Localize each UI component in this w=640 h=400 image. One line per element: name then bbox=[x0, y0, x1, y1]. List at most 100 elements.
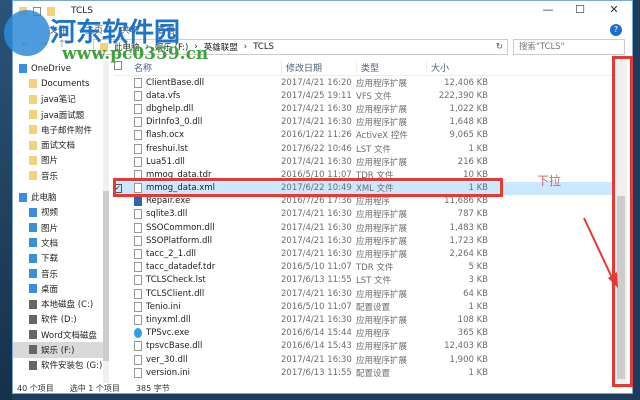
nav-item[interactable]: 软件安装包 (G:) bbox=[13, 358, 109, 373]
arrow-annotation bbox=[583, 217, 618, 288]
file-row[interactable]: Tenio.ini 2016/5/10 11:07 配置设置 1 KB bbox=[114, 300, 612, 313]
column-date[interactable]: 修改日期 bbox=[281, 60, 356, 74]
file-row[interactable]: SSOPlatform.dll 2017/4/21 16:30 应用程序扩展 1,72… bbox=[114, 234, 612, 247]
breadcrumb-lol[interactable]: 英雄联盟 bbox=[204, 41, 238, 53]
file-type: 应用程序扩展 bbox=[356, 236, 408, 247]
refresh-button[interactable]: ↻ bbox=[496, 42, 507, 52]
file-name: dbghelp.dll bbox=[146, 103, 194, 114]
file-date: 2017/6/22 10:46 bbox=[281, 143, 352, 154]
file-row[interactable]: flash.ocx 2016/1/22 11:26 ActiveX 控件 9,065 … bbox=[114, 129, 612, 142]
file-row[interactable]: tacc_datadef.tdr 2016/5/10 11:07 TDR 文件 5 K… bbox=[114, 261, 612, 274]
file-row[interactable]: tpsvcBase.dll 2016/6/14 15:43 应用程序扩展 12,403… bbox=[114, 340, 612, 353]
nav-item[interactable]: 图片 bbox=[13, 153, 109, 168]
nav-item-label: 下载 bbox=[41, 254, 59, 265]
column-size[interactable]: 大小 bbox=[426, 60, 488, 74]
nav-item[interactable]: 娱乐 (F:) bbox=[13, 342, 109, 358]
file-row[interactable]: tacc_2_1.dll 2017/4/21 16:30 应用程序扩展 2,264 K… bbox=[114, 247, 612, 260]
status-bar: 40 个项目 选中 1 个项目 385 字节 bbox=[13, 383, 170, 395]
nav-item[interactable]: 电子邮件附件 bbox=[13, 122, 109, 137]
nav-item[interactable]: Word文档磁盘 bbox=[13, 327, 109, 342]
nav-item[interactable]: 音乐 bbox=[13, 266, 109, 281]
nav-scrollbar[interactable] bbox=[103, 61, 109, 383]
column-type[interactable]: 类型 bbox=[356, 60, 426, 74]
file-row[interactable]: dbghelp.dll 2017/4/21 16:30 应用程序扩展 1,022 KB bbox=[114, 102, 612, 115]
nav-item-label: 桌面 bbox=[41, 284, 59, 295]
file-date: 2017/4/21 16:30 bbox=[281, 314, 352, 325]
nav-item-label: 音乐 bbox=[41, 171, 59, 182]
file-row[interactable]: ClientBase.dll 2017/4/21 16:20 应用程序扩展 12,40… bbox=[114, 76, 612, 89]
nav-item-label: 本地磁盘 (C:) bbox=[41, 300, 94, 311]
file-name: Tenio.ini bbox=[146, 301, 181, 312]
nav-item-label: 文档 bbox=[41, 238, 59, 249]
file-icon bbox=[134, 90, 142, 101]
file-type: 应用程序扩展 bbox=[356, 104, 408, 115]
file-date: 2017/4/21 16:30 bbox=[281, 354, 352, 365]
file-row[interactable]: TCLSCheck.lst 2017/6/13 11:55 LST 文件 3 KB bbox=[114, 274, 612, 287]
file-type: 应用程序 bbox=[356, 329, 391, 340]
file-row[interactable]: Lua51.dll 2017/4/21 16:30 应用程序扩展 216 KB bbox=[114, 155, 612, 168]
search-input[interactable]: 搜索"TCLS" bbox=[513, 39, 625, 55]
file-row[interactable]: SSOCommon.dll 2017/4/21 16:30 应用程序扩展 1,483 … bbox=[114, 221, 612, 234]
file-row[interactable]: TPSvc.exe 2016/6/14 15:44 应用程序 365 KB bbox=[114, 327, 612, 340]
file-name: version.ini bbox=[146, 367, 190, 378]
nav-item-label: 视频 bbox=[41, 208, 59, 219]
folder-icon bbox=[29, 155, 37, 165]
close-button[interactable]: ✕ bbox=[599, 3, 629, 16]
nav-item[interactable]: 此电脑 bbox=[13, 189, 109, 204]
file-size: 11,686 KB bbox=[444, 196, 488, 207]
nav-item[interactable]: 面试文档 bbox=[13, 137, 109, 152]
file-row[interactable]: data.vfs 2017/4/25 19:11 VFS 文件 222,390 KB bbox=[114, 89, 612, 102]
file-row[interactable]: version.ini 2017/6/13 11:55 配置设置 1 KB bbox=[114, 366, 612, 379]
file-row[interactable]: ver_30.dll 2017/4/21 16:30 应用程序扩展 1,900 KB bbox=[114, 353, 612, 366]
highlight-box-selected-file bbox=[113, 178, 503, 197]
picture-icon bbox=[29, 223, 37, 233]
nav-item[interactable]: 下载 bbox=[13, 251, 109, 266]
drive-icon bbox=[29, 314, 37, 324]
drive-icon bbox=[29, 330, 37, 340]
folder-icon bbox=[29, 110, 37, 120]
file-size: 3 KB bbox=[468, 275, 488, 286]
file-size: 1,723 KB bbox=[449, 235, 488, 246]
minimize-button[interactable]: — bbox=[533, 3, 563, 16]
file-icon bbox=[134, 222, 142, 233]
file-icon bbox=[134, 77, 142, 88]
file-type: ActiveX 控件 bbox=[356, 131, 408, 142]
file-row[interactable]: sqlite3.dll 2017/4/21 16:30 应用程序扩展 787 KB bbox=[114, 208, 612, 221]
navigation-pane: OneDrive Documents java笔记 java面试题 电子邮件附件 面试文档… bbox=[13, 61, 109, 383]
nav-item[interactable]: 音乐 bbox=[13, 168, 109, 183]
file-name: ClientBase.dll bbox=[146, 77, 205, 88]
file-row[interactable]: TCLSClient.dll 2017/4/21 16:30 应用程序扩展 64 KB bbox=[114, 287, 612, 300]
video-icon bbox=[29, 207, 37, 217]
help-icon[interactable]: ? bbox=[610, 24, 622, 36]
download-icon bbox=[29, 253, 37, 263]
file-type: 配置设置 bbox=[356, 368, 391, 379]
nav-item-label: 电子邮件附件 bbox=[41, 125, 93, 136]
file-row[interactable]: freshui.lst 2017/6/22 10:46 LST 文件 1 KB bbox=[114, 142, 612, 155]
file-type: VFS 文件 bbox=[356, 91, 392, 102]
breadcrumb-tcls[interactable]: TCLS bbox=[253, 42, 274, 52]
maximize-button[interactable]: ☐ bbox=[565, 3, 595, 16]
nav-item[interactable]: java笔记 bbox=[13, 92, 109, 107]
file-type: 应用程序扩展 bbox=[356, 157, 408, 168]
nav-scroll-thumb[interactable] bbox=[103, 191, 109, 361]
document-icon bbox=[29, 238, 37, 248]
file-icon bbox=[134, 249, 142, 260]
nav-item[interactable]: 图片 bbox=[13, 220, 109, 235]
file-row[interactable]: DirInfo3_0.dll 2017/4/21 16:30 应用程序扩展 1,648… bbox=[114, 116, 612, 129]
desktop-background bbox=[0, 0, 12, 400]
file-icon bbox=[134, 196, 142, 207]
nav-item[interactable]: 文档 bbox=[13, 235, 109, 250]
file-date: 2016/5/10 11:07 bbox=[281, 301, 352, 312]
nav-item[interactable]: java面试题 bbox=[13, 107, 109, 122]
nav-item[interactable]: 视频 bbox=[13, 205, 109, 220]
nav-item[interactable]: 软件 (D:) bbox=[13, 312, 109, 327]
file-name: Lua51.dll bbox=[146, 156, 185, 167]
watermark-url: www.pc0359.cn bbox=[62, 44, 209, 64]
nav-item[interactable]: 桌面 bbox=[13, 281, 109, 296]
nav-item[interactable]: 本地磁盘 (C:) bbox=[13, 296, 109, 311]
file-type: TDR 文件 bbox=[356, 263, 394, 274]
file-row[interactable]: tinyxml.dll 2017/4/21 16:30 应用程序扩展 108 KB bbox=[114, 313, 612, 326]
nav-item-label: 图片 bbox=[41, 223, 59, 234]
nav-item[interactable]: Documents bbox=[13, 76, 109, 91]
file-list: 名称 修改日期 类型 大小 ClientBase.dll 2017/4/21 16… bbox=[114, 59, 612, 379]
